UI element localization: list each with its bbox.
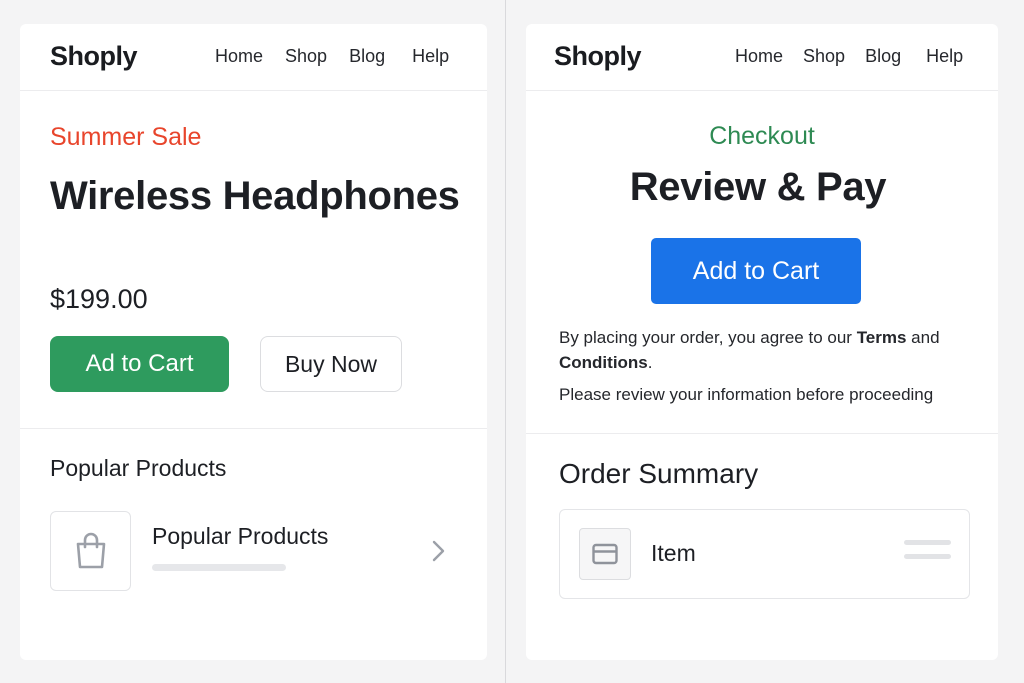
checkout-step-label: Checkout	[709, 122, 815, 150]
add-to-cart-button[interactable]: Ad to Cart	[50, 336, 229, 392]
nav-links: Home Shop Blog Help	[735, 46, 963, 67]
brand-logo[interactable]: Shoply	[554, 41, 642, 72]
section-title: Popular Products	[50, 455, 227, 481]
terms-middle: and	[906, 328, 940, 347]
order-item-card[interactable]: Item	[559, 509, 970, 599]
promo-label: Summer Sale	[50, 123, 202, 151]
product-placeholder-bar	[152, 564, 286, 571]
nav-link-home[interactable]: Home	[215, 46, 263, 67]
nav-link-blog[interactable]: Blog	[349, 46, 385, 67]
checkout-panel: Shoply Home Shop Blog Help Checkout Revi…	[526, 24, 998, 660]
terms-prefix: By placing your order, you agree to our	[559, 328, 857, 347]
product-hero: Summer Sale Wireless Headphones $199.00 …	[20, 91, 487, 429]
nav-link-shop[interactable]: Shop	[803, 46, 845, 67]
add-to-cart-button[interactable]: Add to Cart	[651, 238, 861, 304]
chevron-right-icon[interactable]	[430, 539, 446, 568]
conditions-link[interactable]: Conditions	[559, 353, 648, 372]
drag-handle-icon[interactable]	[904, 554, 951, 559]
terms-suffix: .	[647, 353, 653, 372]
product-title: Wireless Headphones	[50, 174, 460, 218]
product-name[interactable]: Popular Products	[152, 523, 328, 550]
item-thumbnail	[579, 528, 631, 580]
terms-link[interactable]: Terms	[857, 328, 907, 347]
drag-handle-icon[interactable]	[904, 540, 951, 545]
nav-link-shop[interactable]: Shop	[285, 46, 327, 67]
shopping-bag-icon	[76, 532, 105, 569]
brand-logo[interactable]: Shoply	[50, 41, 138, 72]
product-price: $199.00	[50, 284, 148, 314]
checkout-hero: Checkout Review & Pay Add to Cart By pla…	[526, 91, 998, 434]
review-note: Please review your information before pr…	[559, 385, 934, 404]
page-title: Review & Pay	[629, 165, 887, 209]
item-label: Item	[651, 540, 696, 566]
card-icon	[592, 543, 618, 565]
buy-now-button[interactable]: Buy Now	[260, 336, 402, 392]
nav-link-home[interactable]: Home	[735, 46, 783, 67]
order-summary-title: Order Summary	[559, 458, 759, 489]
nav-link-blog[interactable]: Blog	[865, 46, 901, 67]
panel-divider	[505, 0, 506, 683]
terms-text: By placing your order, you agree to our …	[559, 325, 969, 375]
nav-link-help[interactable]: Help	[412, 46, 449, 67]
nav-links: Home Shop Blog Help	[215, 46, 449, 67]
nav-link-help[interactable]: Help	[926, 46, 963, 67]
top-nav: Shoply Home Shop Blog Help	[526, 24, 998, 91]
top-nav: Shoply Home Shop Blog Help	[20, 24, 487, 91]
product-panel: Shoply Home Shop Blog Help Summer Sale W…	[20, 24, 487, 660]
product-thumbnail[interactable]	[50, 511, 131, 591]
